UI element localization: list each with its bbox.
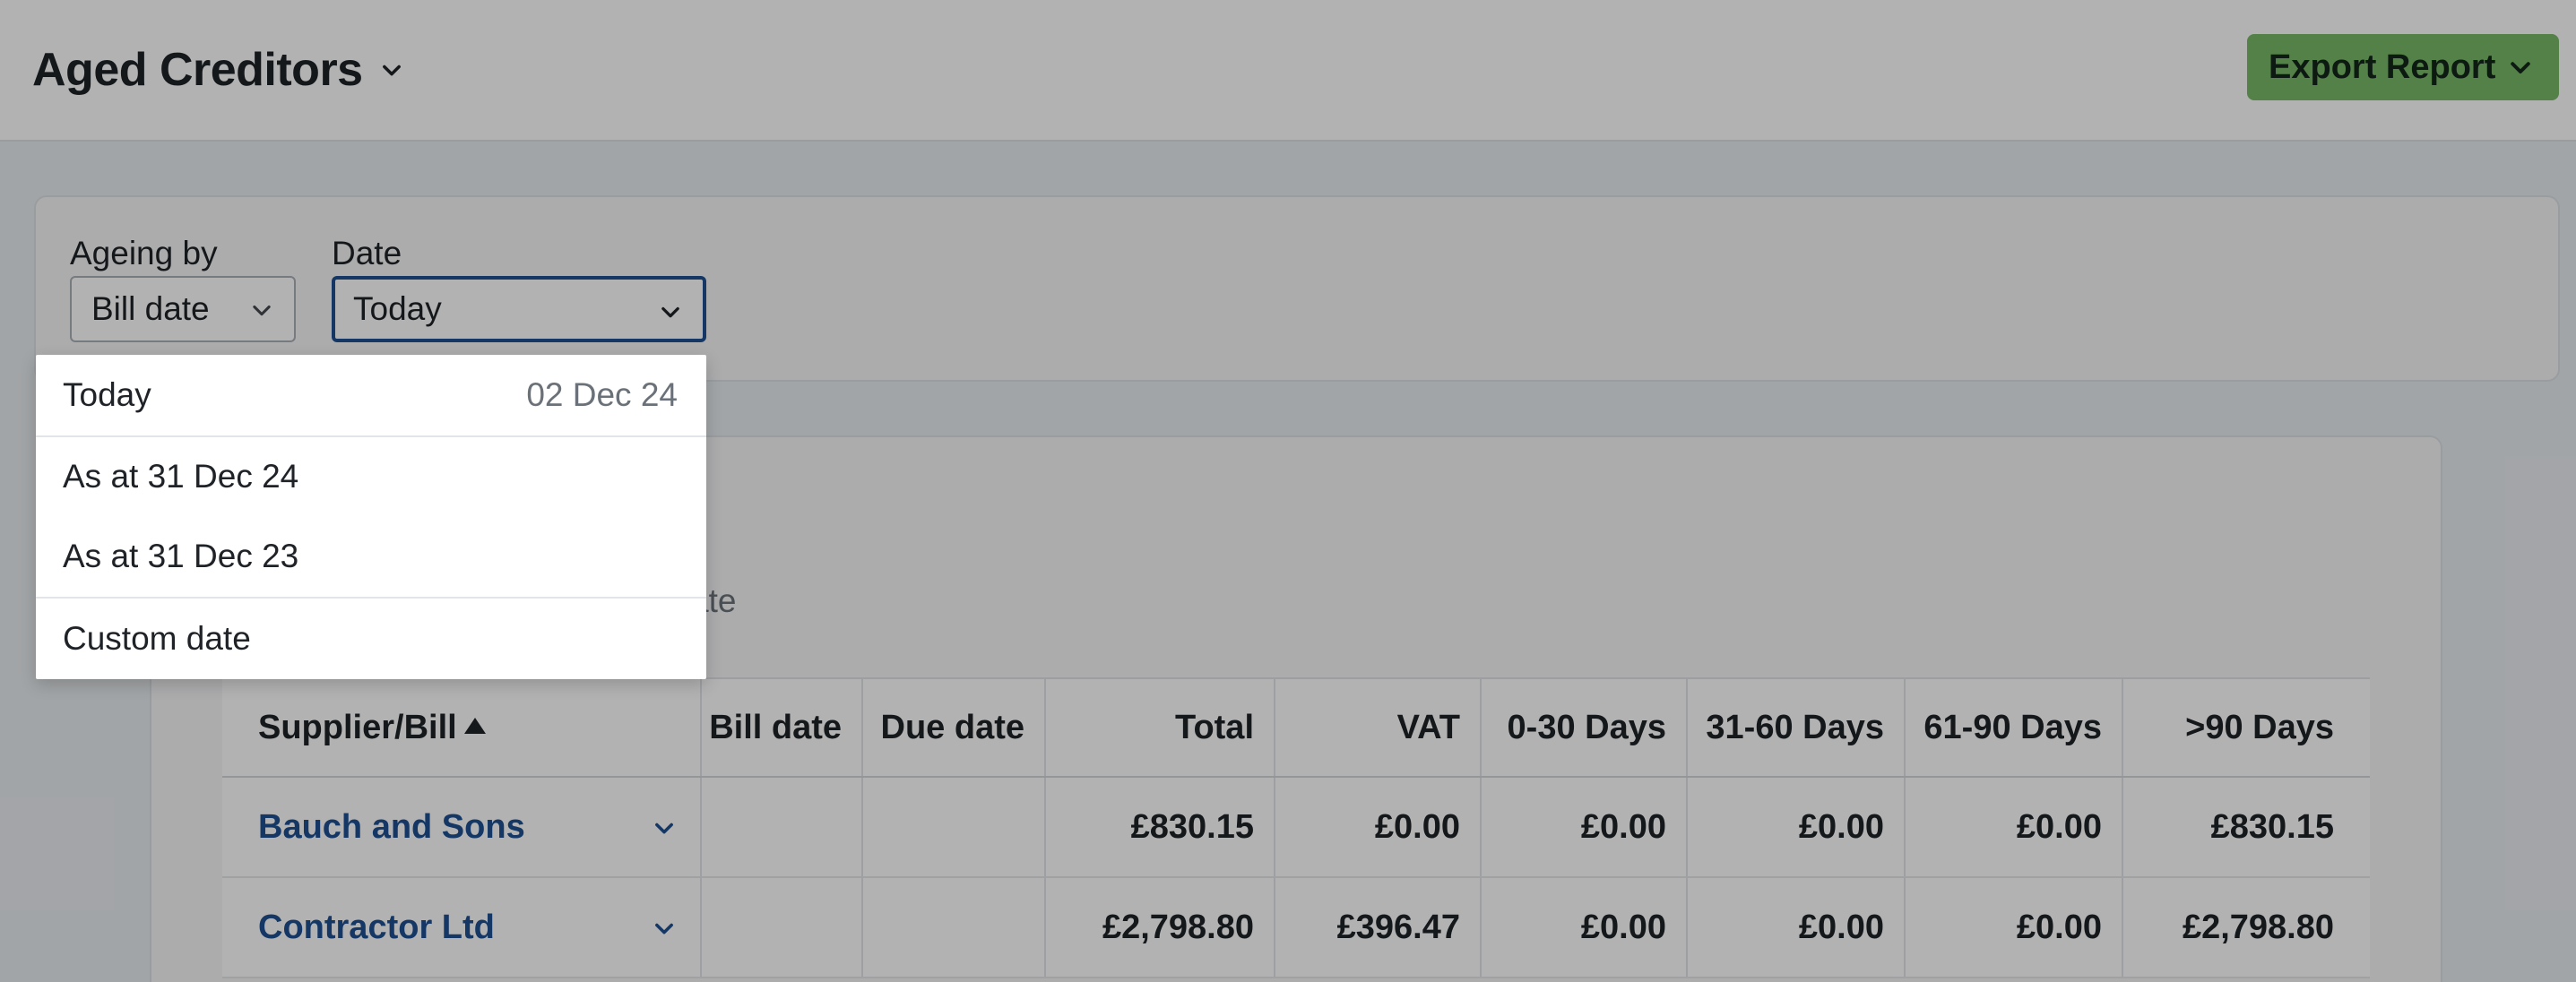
option-label: As at 31 Dec 23 [63, 538, 299, 574]
date-option-31-dec-24[interactable]: As at 31 Dec 24 [36, 437, 706, 516]
option-date-hint: 02 Dec 24 [526, 376, 678, 413]
date-option-today[interactable]: Today 02 Dec 24 [36, 355, 706, 435]
option-label: Custom date [63, 620, 251, 657]
option-label: As at 31 Dec 24 [63, 458, 299, 495]
option-label: Today [63, 376, 151, 413]
date-option-31-dec-23[interactable]: As at 31 Dec 23 [36, 516, 706, 597]
date-option-custom[interactable]: Custom date [36, 599, 706, 679]
date-dropdown-menu: Today 02 Dec 24 As at 31 Dec 24 As at 31… [36, 355, 706, 679]
